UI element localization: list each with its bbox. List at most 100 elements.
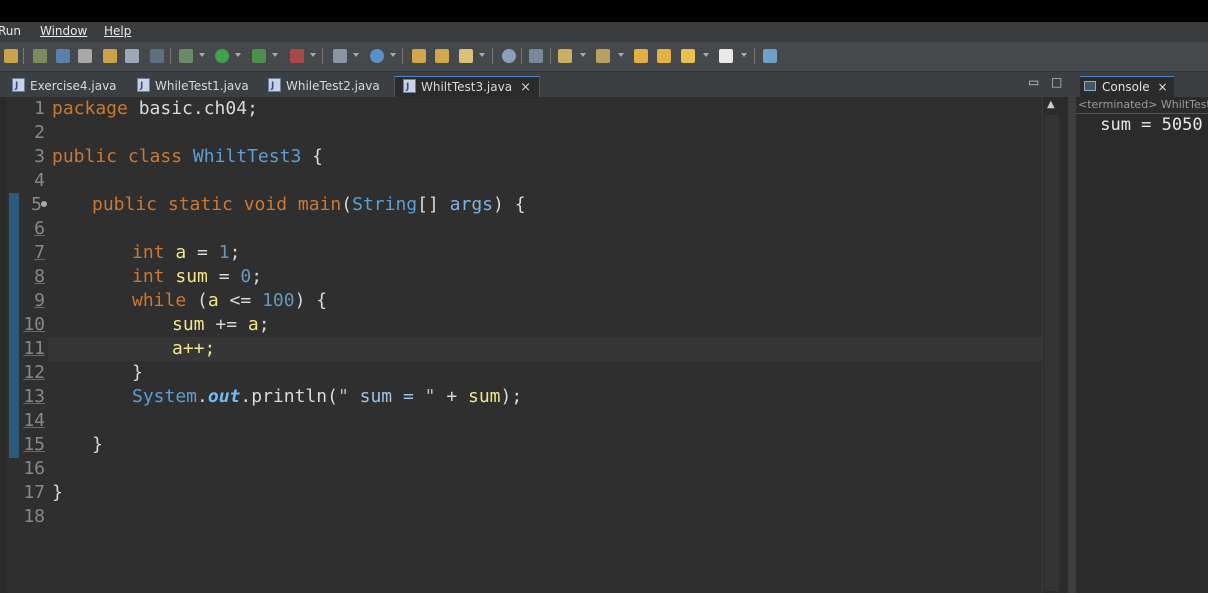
code-line: package basic.ch04; — [52, 97, 258, 121]
code-line: } — [132, 361, 143, 385]
web-browser-icon[interactable] — [502, 49, 516, 63]
toggle-mark-occurrences-icon[interactable] — [56, 49, 70, 63]
variable: sum — [172, 314, 205, 335]
debug-icon[interactable] — [179, 49, 193, 63]
previous-annotation-dropdown-icon[interactable] — [618, 53, 624, 57]
toolbar-separator — [521, 48, 522, 64]
code-line: System.out.println(" sum = " + sum); — [132, 385, 522, 409]
line-number: 15 — [23, 434, 45, 455]
open-task-icon[interactable] — [435, 49, 449, 63]
tab-console[interactable]: Console × — [1080, 76, 1174, 97]
keyword: package — [52, 98, 128, 119]
console-status: <terminated> WhiltTest3 — [1078, 98, 1208, 111]
code-line: sum += a; — [172, 313, 270, 337]
console-icon — [1084, 81, 1096, 91]
keyword: public static void — [92, 194, 288, 215]
code-text: [] — [417, 194, 450, 215]
keyword: while — [132, 290, 187, 311]
keyword: int — [132, 266, 165, 287]
forward-edit-icon[interactable] — [657, 49, 671, 63]
scrollbar-track[interactable] — [1044, 115, 1059, 591]
minimize-icon[interactable]: ▭ — [1028, 75, 1039, 89]
annotation-icon[interactable] — [529, 49, 543, 63]
menu-window[interactable]: Window — [40, 24, 87, 38]
java-file-icon — [268, 76, 281, 96]
back-arrow-icon[interactable] — [681, 49, 695, 63]
external-tools-dropdown-icon[interactable] — [310, 53, 316, 57]
new-class-icon[interactable] — [370, 49, 384, 63]
next-annotation-dropdown-icon[interactable] — [580, 53, 586, 57]
number-literal: 1 — [218, 242, 230, 263]
next-annotation-icon[interactable] — [558, 49, 572, 63]
code-text: = — [207, 266, 241, 287]
new-class-dropdown-icon[interactable] — [390, 53, 396, 57]
maximize-icon[interactable]: □ — [1051, 75, 1062, 89]
last-edit-location-icon[interactable] — [634, 49, 648, 63]
method-name: main — [297, 194, 342, 215]
line-number: 17 — [23, 482, 45, 503]
forward-dropdown-icon[interactable] — [741, 53, 747, 57]
editor-tab-bar: Exercise4.java WhileTest1.java WhileTest… — [0, 72, 1068, 97]
code-text: ( — [186, 290, 208, 311]
coverage-icon[interactable] — [252, 49, 266, 63]
code-line: while (a <= 100) { — [132, 289, 327, 313]
toggle-block-selection-icon[interactable] — [78, 49, 92, 63]
code-text: .println( — [240, 386, 338, 407]
line-number: 9 — [34, 290, 45, 311]
code-text: { — [301, 146, 323, 167]
new-project-dropdown-icon[interactable] — [353, 53, 359, 57]
back-dropdown-icon[interactable] — [703, 53, 709, 57]
menu-help[interactable]: Help — [104, 24, 131, 38]
menu-run[interactable]: Run — [0, 24, 21, 38]
class-name: System — [132, 386, 198, 407]
console-output: sum = 5050 — [1090, 115, 1203, 135]
code-text: ( — [341, 194, 353, 215]
paragraph-icon[interactable] — [150, 49, 164, 63]
menu-bar: Run Window Help — [0, 22, 1208, 42]
tab-whiletest1[interactable]: WhileTest1.java — [137, 76, 249, 96]
toolbar-separator — [402, 48, 403, 64]
coverage-dropdown-icon[interactable] — [272, 53, 278, 57]
close-icon[interactable]: × — [1157, 80, 1167, 94]
search-pen-icon[interactable] — [459, 49, 473, 63]
pin-editor-icon[interactable] — [763, 49, 777, 63]
code-line: int sum = 0; — [132, 265, 262, 289]
code-text: += — [204, 314, 248, 335]
search-dropdown-icon[interactable] — [479, 53, 485, 57]
tab-label: WhiltTest3.java — [421, 80, 513, 94]
divider — [1076, 113, 1208, 114]
code-line: public class WhiltTest3 { — [52, 145, 323, 169]
line-number: 16 — [23, 458, 45, 479]
keyword: class — [127, 146, 183, 167]
number-literal: 0 — [240, 266, 252, 287]
code-text: ) { — [493, 194, 526, 215]
open-type-icon[interactable] — [103, 49, 117, 63]
vertical-scrollbar[interactable]: ▲ — [1042, 97, 1060, 593]
scroll-up-icon[interactable]: ▲ — [1047, 99, 1055, 110]
tab-whilttest3[interactable]: WhiltTest3.java × — [394, 76, 540, 97]
tab-exercise4[interactable]: Exercise4.java — [12, 76, 117, 96]
previous-annotation-icon[interactable] — [596, 49, 610, 63]
run-icon[interactable] — [215, 49, 229, 63]
keyword: public — [52, 146, 118, 167]
open-folder-icon[interactable] — [412, 49, 426, 63]
skip-breakpoints-icon[interactable] — [33, 49, 47, 63]
code-text: } — [52, 482, 63, 503]
panel-divider[interactable] — [1068, 72, 1076, 593]
debug-dropdown-icon[interactable] — [199, 53, 205, 57]
run-dropdown-icon[interactable] — [235, 53, 241, 57]
close-icon[interactable]: × — [520, 78, 531, 98]
code-line: int a = 1; — [132, 241, 240, 265]
tab-whiletest2[interactable]: WhileTest2.java — [268, 76, 380, 96]
forward-arrow-icon[interactable] — [719, 49, 733, 63]
java-file-icon — [403, 77, 416, 97]
new-project-icon[interactable] — [333, 49, 347, 63]
fold-marker-icon[interactable] — [41, 201, 47, 207]
show-whitespace-icon[interactable] — [125, 49, 139, 63]
line-number: 6 — [34, 218, 45, 239]
line-number: 2 — [34, 122, 45, 143]
external-tools-icon[interactable] — [290, 49, 304, 63]
step-return-icon[interactable] — [4, 49, 18, 63]
code-text: basic.ch04; — [127, 98, 258, 119]
line-number: 11 — [23, 338, 45, 359]
